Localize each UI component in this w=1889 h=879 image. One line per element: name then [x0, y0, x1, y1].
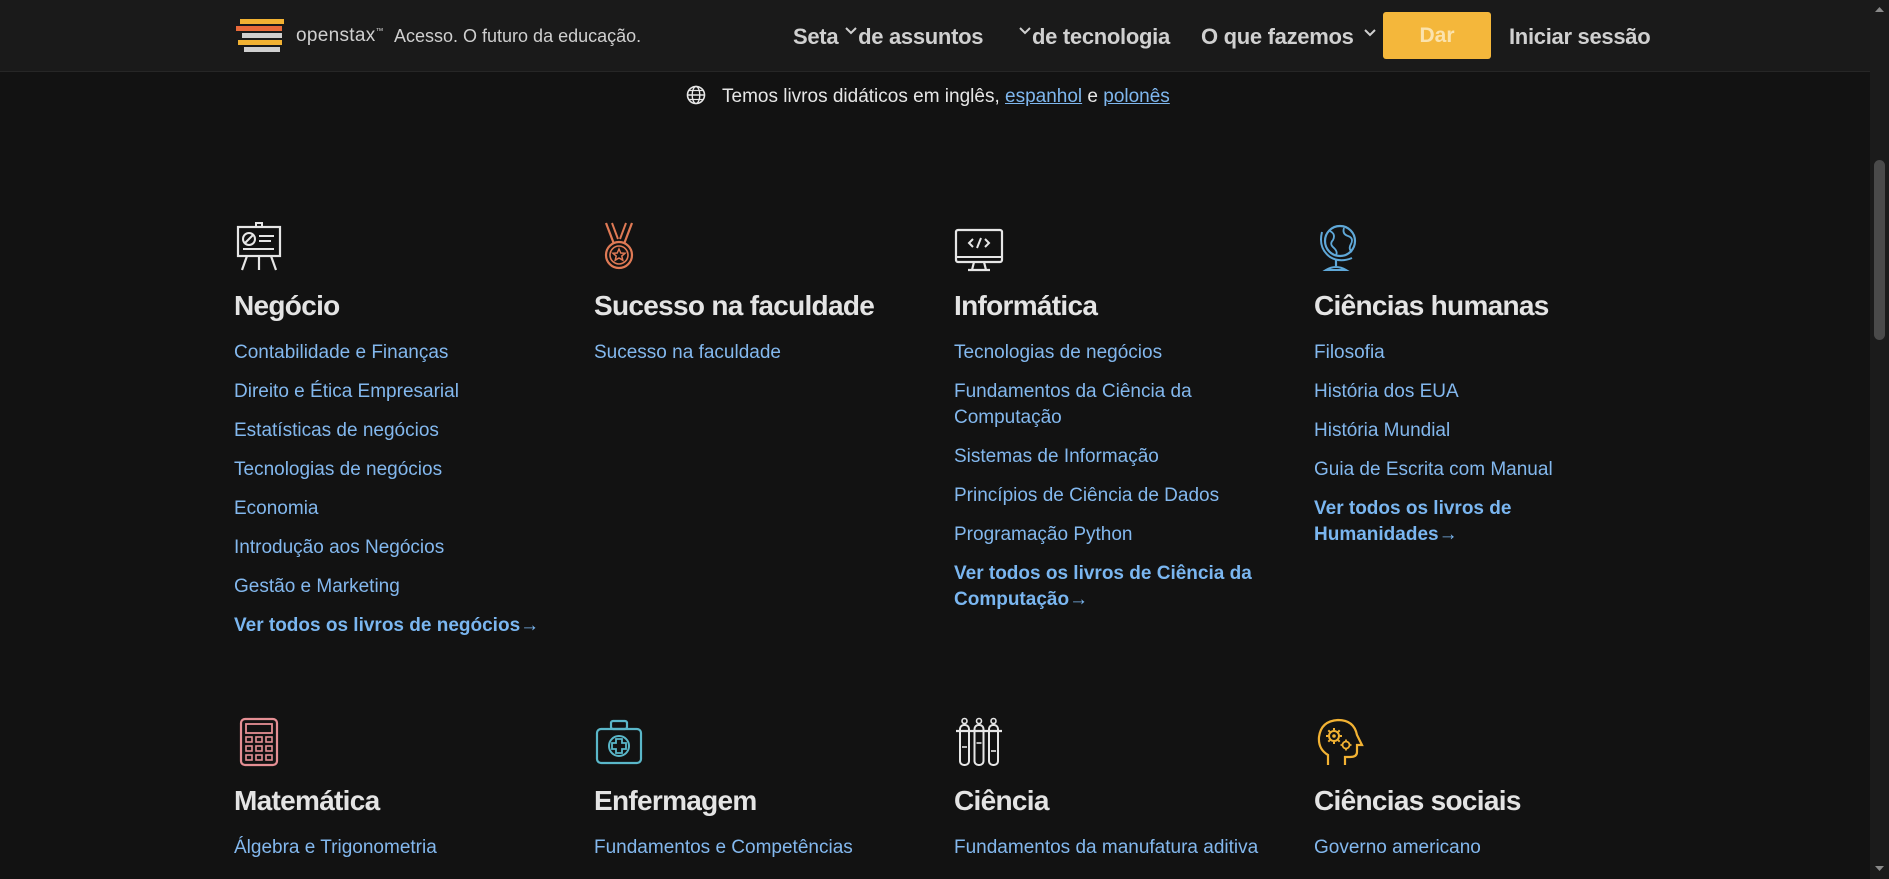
subject-link[interactable]: Contabilidade e Finanças	[234, 340, 574, 366]
subject-humanities: Ciências humanas Filosofia História dos …	[1314, 222, 1654, 561]
nav-label-technology: de tecnologia	[1032, 24, 1170, 49]
give-button[interactable]: Dar	[1383, 12, 1491, 59]
chevron-down-icon	[845, 27, 857, 35]
nav-label-subjects: de assuntos	[858, 24, 984, 49]
subject-link[interactable]: Tecnologias de negócios	[234, 457, 574, 483]
view-all-humanities-link[interactable]: Ver todos os livros de Humanidades→	[1314, 496, 1654, 548]
subject-title: Matemática	[234, 785, 380, 816]
brand-name[interactable]: openstax™	[296, 25, 384, 47]
code-monitor-icon	[954, 228, 1004, 272]
nav-subjects-menu[interactable]: Seta de assuntos	[793, 24, 983, 50]
nav-label-seta: Seta	[793, 24, 839, 49]
subject-link-list: Filosofia História dos EUA História Mund…	[1314, 340, 1654, 548]
subject-link[interactable]: Gestão e Marketing	[234, 574, 574, 600]
subject-title: Sucesso na faculdade	[594, 290, 875, 321]
medal-icon	[604, 222, 634, 270]
view-all-computer-science-link[interactable]: Ver todos os livros de Ciência da Comput…	[954, 561, 1294, 613]
subject-link[interactable]: História dos EUA	[1314, 379, 1654, 405]
subject-nursing: Enfermagem Fundamentos e Competências	[594, 717, 934, 874]
subject-link[interactable]: Estatísticas de negócios	[234, 418, 574, 444]
subject-link[interactable]: Fundamentos da Ciência da Computação	[954, 379, 1294, 431]
subject-link[interactable]: Filosofia	[1314, 340, 1654, 366]
subject-business: Negócio Contabilidade e Finanças Direito…	[234, 222, 574, 652]
test-tubes-icon	[956, 717, 1002, 766]
subject-title: Informática	[954, 290, 1098, 321]
subject-science: Ciência Fundamentos da manufatura aditiv…	[954, 717, 1294, 874]
subject-link-list: Governo americano	[1314, 835, 1654, 861]
subject-link-list: Tecnologias de negócios Fundamentos da C…	[954, 340, 1294, 613]
spanish-link[interactable]: espanhol	[1005, 86, 1082, 107]
language-notice: Temos livros didáticos em inglês, espanh…	[686, 85, 1170, 108]
chevron-down-icon	[1364, 29, 1377, 37]
subject-social-sciences: Ciências sociais Governo americano	[1314, 717, 1654, 874]
subject-title: Ciência	[954, 785, 1049, 816]
globe-icon	[686, 85, 706, 105]
subject-title: Ciências sociais	[1314, 785, 1521, 816]
login-link[interactable]: Iniciar sessão	[1509, 24, 1651, 50]
chevron-down-icon	[1019, 27, 1031, 35]
subject-college-success: Sucesso na faculdade Sucesso na faculdad…	[594, 222, 934, 379]
calculator-icon	[239, 717, 279, 767]
subject-title: Negócio	[234, 290, 340, 321]
subject-link-list: Fundamentos da manufatura aditiva	[954, 835, 1294, 861]
presentation-board-icon	[236, 222, 282, 271]
polish-link[interactable]: polonês	[1103, 86, 1170, 107]
top-navigation-bar: openstax™ Acesso. O futuro da educação. …	[0, 0, 1870, 72]
scroll-down-arrow-icon[interactable]	[1875, 864, 1884, 873]
subject-link[interactable]: Álgebra e Trigonometria	[234, 835, 574, 861]
medical-kit-icon	[595, 719, 643, 765]
subject-link[interactable]: Fundamentos da manufatura aditiva	[954, 835, 1294, 861]
subject-link[interactable]: Tecnologias de negócios	[954, 340, 1294, 366]
subject-link-list: Contabilidade e Finanças Direito e Ética…	[234, 340, 574, 639]
subject-link[interactable]: História Mundial	[1314, 418, 1654, 444]
subject-link[interactable]: Princípios de Ciência de Dados	[954, 483, 1294, 509]
scrollbar-thumb[interactable]	[1874, 160, 1885, 340]
subject-link[interactable]: Sistemas de Informação	[954, 444, 1294, 470]
subject-math: Matemática Álgebra e Trigonometria	[234, 717, 574, 874]
subject-link[interactable]: Programação Python	[954, 522, 1294, 548]
subject-computer-science: Informática Tecnologias de negócios Fund…	[954, 222, 1294, 626]
nav-label-what-we-do: O que fazemos	[1201, 24, 1354, 49]
subject-link[interactable]: Guia de Escrita com Manual	[1314, 457, 1654, 483]
subject-title: Enfermagem	[594, 785, 757, 816]
subject-link[interactable]: Governo americano	[1314, 835, 1654, 861]
subject-link[interactable]: Fundamentos e Competências	[594, 835, 934, 861]
globe-stand-icon	[1320, 224, 1357, 271]
subject-link-list: Álgebra e Trigonometria	[234, 835, 574, 861]
scroll-up-arrow-icon[interactable]	[1875, 5, 1884, 14]
nav-technology-menu[interactable]: de tecnologia	[1018, 24, 1170, 50]
language-notice-text: Temos livros didáticos em inglês,	[722, 86, 1005, 107]
head-gears-icon	[1317, 718, 1364, 765]
nav-what-we-do-menu[interactable]: O que fazemos	[1201, 24, 1377, 50]
subject-link[interactable]: Direito e Ética Empresarial	[234, 379, 574, 405]
tagline: Acesso. O futuro da educação.	[394, 26, 642, 46]
language-notice-conjunction: e	[1082, 86, 1104, 107]
openstax-logo-icon[interactable]	[236, 19, 288, 53]
subject-title: Ciências humanas	[1314, 290, 1549, 321]
subject-link[interactable]: Introdução aos Negócios	[234, 535, 574, 561]
view-all-business-link[interactable]: Ver todos os livros de negócios→	[234, 613, 574, 639]
subject-link-list: Fundamentos e Competências	[594, 835, 934, 861]
subject-link[interactable]: Sucesso na faculdade	[594, 340, 934, 366]
subject-link[interactable]: Economia	[234, 496, 574, 522]
page-scrollbar[interactable]	[1870, 0, 1889, 879]
subject-link-list: Sucesso na faculdade	[594, 340, 934, 366]
